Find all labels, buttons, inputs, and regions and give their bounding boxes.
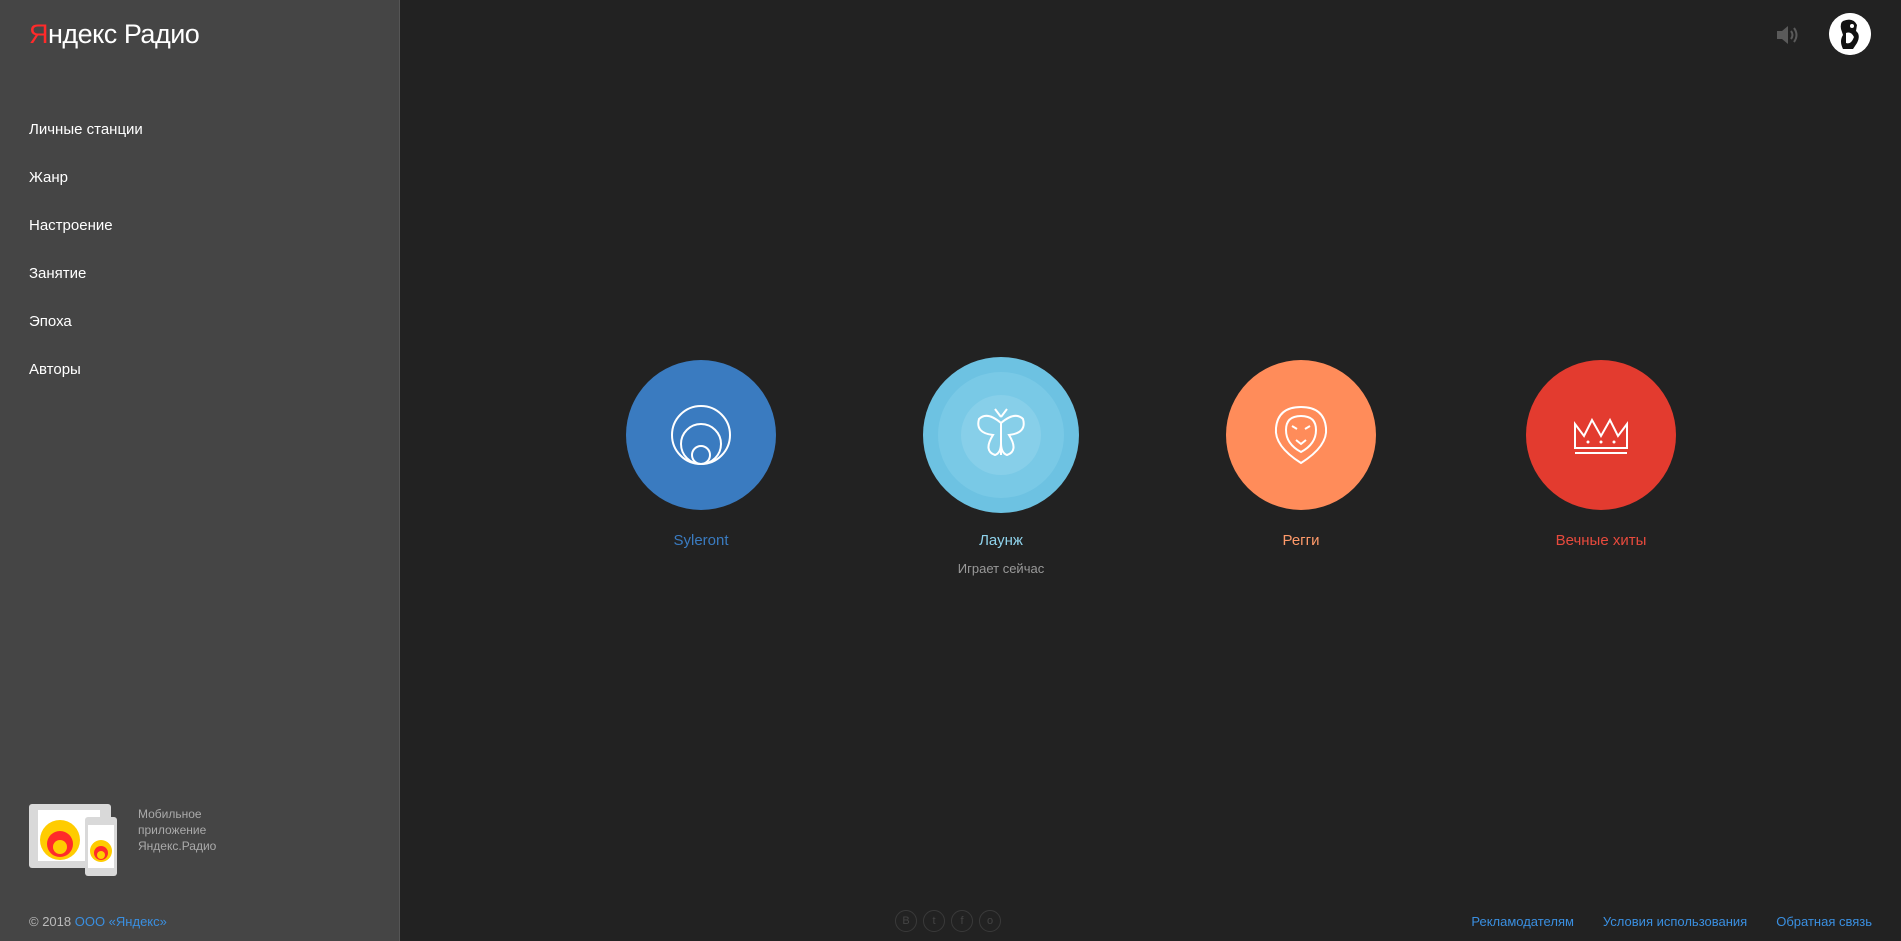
sidebar-item-personal[interactable]: Личные станции [29, 118, 143, 166]
sidebar-nav: Личные станции Жанр Настроение Занятие Э… [29, 118, 143, 406]
mobile-app-promo[interactable]: Мобильное приложение Яндекс.Радио [29, 804, 289, 876]
copyright: © 2018 ООО «Яндекс» [29, 914, 167, 929]
odnoklassniki-icon[interactable]: o [979, 910, 1001, 932]
user-avatar[interactable] [1829, 13, 1871, 55]
social-links: Btfo [895, 910, 1007, 932]
yandex-company-link[interactable]: ООО «Яндекс» [75, 914, 167, 929]
promo-text: Мобильное приложение Яндекс.Радио [138, 807, 217, 853]
terms-link[interactable]: Условия использования [1603, 914, 1747, 929]
facebook-icon[interactable]: f [951, 910, 973, 932]
station-name[interactable]: Вечные хиты [1481, 532, 1721, 549]
sidebar-item-authors[interactable]: Авторы [29, 358, 143, 406]
advertisers-link[interactable]: Рекламодателям [1471, 914, 1574, 929]
station-eternal-hits[interactable]: Вечные хиты [1481, 360, 1721, 549]
logo[interactable]: Яндекс Радио [29, 18, 200, 50]
station-circle[interactable] [1526, 360, 1676, 510]
twitter-icon[interactable]: t [923, 910, 945, 932]
sidebar-item-epoch[interactable]: Эпоха [29, 310, 143, 358]
station-name[interactable]: Регги [1181, 532, 1421, 549]
sidebar-item-activity[interactable]: Занятие [29, 262, 143, 310]
station-syleront[interactable]: Syleront [581, 360, 821, 549]
phone-image [85, 817, 117, 876]
now-playing-label: Играет сейчас [957, 561, 1045, 576]
sidebar-item-mood[interactable]: Настроение [29, 214, 143, 262]
station-name[interactable]: Лаунж [881, 532, 1121, 549]
butterfly-icon [938, 372, 1064, 498]
station-circle[interactable] [923, 357, 1079, 513]
sidebar: Яндекс Радио Личные станции Жанр Настрое… [0, 0, 400, 941]
station-reggae[interactable]: Регги [1181, 360, 1421, 549]
circles-icon [671, 405, 731, 465]
station-circle[interactable] [626, 360, 776, 510]
station-name[interactable]: Syleront [581, 532, 821, 549]
station-lounge[interactable]: Лаунж Играет сейчас [881, 357, 1121, 576]
feedback-link[interactable]: Обратная связь [1776, 914, 1872, 929]
station-circle[interactable] [1226, 360, 1376, 510]
crown-icon [1574, 417, 1628, 454]
vk-icon[interactable]: B [895, 910, 917, 932]
speaker-icon[interactable] [1775, 23, 1801, 47]
footer-links: Рекламодателям Условия использования Обрат… [1442, 914, 1872, 929]
lion-icon [1274, 405, 1328, 465]
sidebar-item-genre[interactable]: Жанр [29, 166, 143, 214]
